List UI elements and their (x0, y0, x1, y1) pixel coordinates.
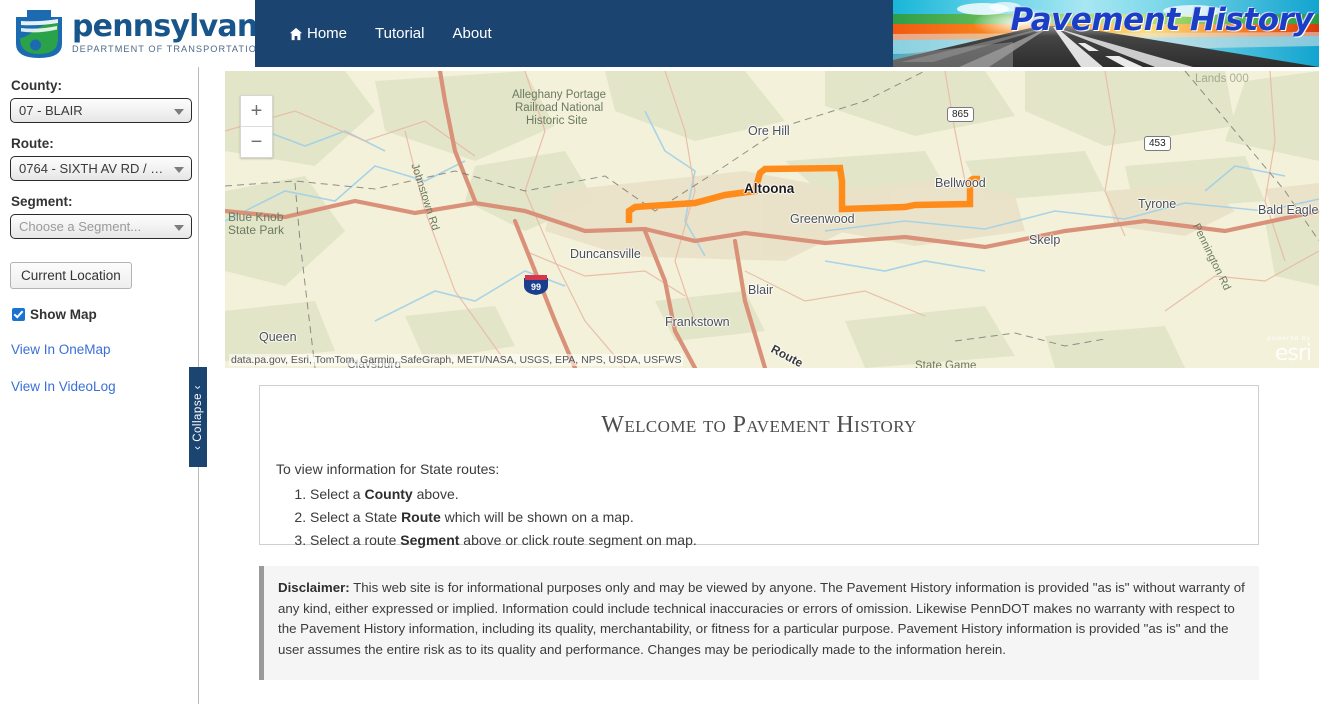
route-map[interactable]: Alleghany Portage Railroad National Hist… (225, 71, 1319, 368)
left-sidebar: County: 07 - BLAIR Route: 0764 - SIXTH A… (0, 67, 199, 704)
penndot-logo[interactable]: pennsylvania DEPARTMENT OF TRANSPORTATIO… (0, 0, 287, 67)
nav-item-about-label: About (452, 25, 492, 42)
welcome-lead-text: To view information for State routes: (276, 461, 500, 477)
chevron-down-icon (174, 167, 184, 173)
step-1-pre: Select a (310, 486, 365, 502)
main-navbar: Home Tutorial About (255, 0, 893, 67)
step-3-post: above or click route segment on map. (459, 532, 697, 548)
route-label: Route: (11, 136, 54, 151)
route-select-value: 0764 - SIXTH AV RD / S... (19, 161, 170, 176)
county-select[interactable]: 07 - BLAIR (10, 98, 192, 123)
step-1-post: above. (412, 486, 459, 502)
welcome-panel: Welcome to Pavement History To view info… (259, 385, 1259, 548)
disclaimer-panel: Disclaimer: This web site is for informa… (259, 566, 1259, 680)
step-1-strong: County (364, 486, 413, 502)
nav-item-home[interactable]: Home (275, 17, 361, 50)
pavement-history-banner: Pavement History (893, 0, 1319, 67)
disclaimer-heading: Disclaimer: (278, 580, 350, 595)
view-in-videolog-link[interactable]: View In VideoLog (11, 379, 188, 394)
zoom-in-button[interactable]: + (241, 96, 272, 127)
page-root: pennsylvania DEPARTMENT OF TRANSPORTATIO… (0, 0, 1319, 704)
map-attribution: data.pa.gov, Esri, TomTom, Garmin, SafeG… (229, 354, 684, 366)
banner-title: Pavement History (1010, 2, 1313, 38)
segment-select-value: Choose a Segment... (19, 219, 142, 234)
show-map-label: Show Map (30, 307, 97, 322)
home-icon (289, 27, 303, 41)
zoom-out-button[interactable]: − (241, 127, 272, 157)
step-3-strong: Segment (400, 532, 460, 548)
chevron-down-icon (174, 225, 184, 231)
segment-label: Segment: (11, 194, 73, 209)
esri-logo: powered by esri (1267, 335, 1312, 366)
collapse-sidebar-tab[interactable]: ‹ Collapse ‹ (189, 367, 207, 467)
keystone-logo-icon (16, 9, 62, 58)
county-select-value: 07 - BLAIR (19, 103, 83, 118)
chevron-down-icon (174, 109, 184, 115)
interstate-shield-99: 99 (523, 274, 549, 296)
step-2-strong: Route (401, 509, 441, 525)
disclaimer-body: This web site is for informational purpo… (278, 580, 1245, 657)
nav-item-home-label: Home (307, 25, 348, 42)
map-zoom-controls: + − (240, 95, 273, 158)
nav-item-tutorial-label: Tutorial (375, 25, 425, 42)
nav-item-tutorial[interactable]: Tutorial (361, 17, 438, 50)
esri-wordmark: esri (1274, 341, 1312, 366)
route-select[interactable]: 0764 - SIXTH AV RD / S... (10, 156, 192, 181)
show-map-checkbox-row[interactable]: Show Map (12, 307, 188, 322)
view-in-onemap-link[interactable]: View In OneMap (11, 342, 188, 357)
svg-text:99: 99 (531, 282, 541, 292)
list-item: Select a County above. (310, 486, 1258, 502)
show-map-checkbox[interactable] (12, 308, 25, 321)
segment-select[interactable]: Choose a Segment... (10, 214, 192, 239)
site-header: pennsylvania DEPARTMENT OF TRANSPORTATIO… (0, 0, 1319, 67)
county-label: County: (11, 78, 62, 93)
step-2-post: which will be shown on a map. (440, 509, 634, 525)
route-shield-453: 453 (1144, 136, 1171, 151)
step-2-pre: Select a State (310, 509, 402, 525)
step-3-pre: Select a route (310, 532, 401, 548)
collapse-sidebar-label: ‹ Collapse ‹ (192, 384, 204, 450)
welcome-steps-list: Select a County above. Select a State Ro… (260, 486, 1258, 548)
route-shield-865: 865 (947, 107, 974, 122)
disclaimer-text: Disclaimer: This web site is for informa… (278, 578, 1245, 660)
list-item: Select a route Segment above or click ro… (310, 532, 1258, 548)
nav-item-about[interactable]: About (438, 17, 505, 50)
map-basemap (225, 71, 1319, 368)
current-location-button[interactable]: Current Location (10, 262, 132, 289)
list-item: Select a State Route which will be shown… (310, 509, 1258, 525)
page-title: Welcome to Pavement History (601, 412, 917, 438)
